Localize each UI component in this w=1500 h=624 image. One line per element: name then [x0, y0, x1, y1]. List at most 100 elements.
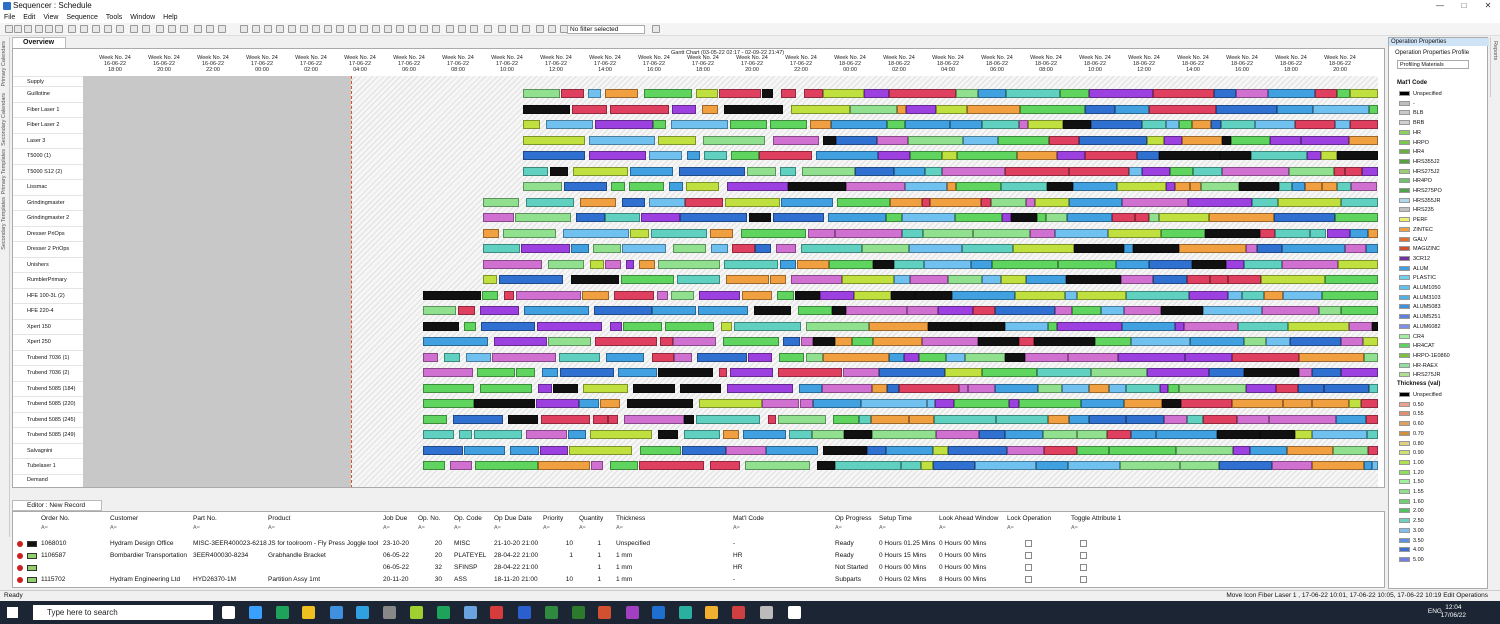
toolbar-button[interactable]: [536, 25, 544, 33]
operation-bar[interactable]: [747, 166, 776, 176]
operation-bar[interactable]: [1368, 445, 1378, 455]
operation-bar[interactable]: [483, 228, 499, 238]
toggle-attribute-checkbox[interactable]: [1080, 564, 1087, 571]
operation-bar[interactable]: [1141, 166, 1171, 176]
gantt-chart[interactable]: Gantt Chart (03-05-22 02:17 - 02-09-22 2…: [12, 48, 1385, 488]
operation-bar[interactable]: [423, 399, 474, 408]
operation-bar[interactable]: [1068, 352, 1119, 362]
operation-bar[interactable]: [1158, 213, 1209, 222]
operation-bar[interactable]: [835, 228, 903, 238]
resource-label[interactable]: Trubend 5085 (245): [13, 411, 83, 427]
operation-bar[interactable]: [658, 368, 714, 377]
operation-bar[interactable]: [927, 321, 972, 331]
operation-bar[interactable]: [921, 197, 930, 207]
operation-bar[interactable]: [609, 321, 622, 331]
operation-bar[interactable]: [1260, 275, 1326, 284]
operation-bar[interactable]: [1060, 89, 1090, 98]
operation-bar[interactable]: [1161, 399, 1182, 408]
operation-bar[interactable]: [1260, 228, 1276, 238]
operation-bar[interactable]: [724, 197, 780, 207]
taskbar-app-icon[interactable]: [356, 606, 369, 619]
operation-bar[interactable]: [870, 414, 910, 424]
taskbar-app-icon[interactable]: [464, 606, 477, 619]
operation-bar[interactable]: [474, 399, 536, 408]
operation-bar[interactable]: [683, 430, 720, 439]
operation-bar[interactable]: [1038, 383, 1063, 393]
operation-bar[interactable]: [1008, 399, 1019, 408]
operation-bar[interactable]: [808, 228, 836, 238]
operation-bar[interactable]: [1146, 135, 1164, 145]
operation-bar[interactable]: [1161, 228, 1205, 238]
operation-bar[interactable]: [1269, 135, 1302, 145]
column-header[interactable]: Customer: [110, 515, 138, 522]
operation-bar[interactable]: [649, 151, 683, 160]
taskbar-app-icon[interactable]: [490, 606, 503, 619]
operation-bar[interactable]: [889, 352, 904, 362]
operation-bar[interactable]: [685, 182, 720, 191]
toolbar-button[interactable]: [168, 25, 176, 33]
toolbar-button[interactable]: [652, 25, 660, 33]
operation-bar[interactable]: [613, 290, 655, 300]
operation-bar[interactable]: [994, 306, 1056, 315]
operation-bar[interactable]: [1095, 337, 1132, 346]
operation-bar[interactable]: [795, 290, 820, 300]
toolbar-button[interactable]: [446, 25, 454, 33]
operation-bar[interactable]: [1318, 306, 1341, 315]
operation-bar[interactable]: [1016, 151, 1057, 160]
operation-bar[interactable]: [523, 151, 586, 160]
toolbar-button[interactable]: [408, 25, 416, 33]
operation-bar[interactable]: [945, 352, 966, 362]
operation-bar[interactable]: [1019, 120, 1028, 129]
operation-bar[interactable]: [1262, 306, 1319, 315]
operation-bar[interactable]: [630, 228, 649, 238]
operation-bar[interactable]: [523, 182, 563, 191]
taskbar-app-icon[interactable]: [302, 606, 315, 619]
operation-bar[interactable]: [1005, 89, 1061, 98]
operation-bar[interactable]: [1245, 244, 1258, 253]
operation-bar[interactable]: [854, 166, 895, 176]
operation-bar[interactable]: [1322, 290, 1378, 300]
operation-bar[interactable]: [835, 337, 853, 346]
toolbar-button[interactable]: [218, 25, 226, 33]
operation-bar[interactable]: [480, 321, 536, 331]
resource-label[interactable]: Salvagnini: [13, 442, 83, 458]
operation-bar[interactable]: [819, 290, 855, 300]
operation-bar[interactable]: [1090, 120, 1142, 129]
column-filter[interactable]: A≈: [579, 525, 586, 531]
operation-bar[interactable]: [1006, 445, 1045, 455]
taskbar-app-icon[interactable]: [383, 606, 396, 619]
operation-bar[interactable]: [1307, 151, 1321, 160]
operation-bar[interactable]: [1019, 104, 1085, 114]
operation-bar[interactable]: [1242, 290, 1264, 300]
operation-bar[interactable]: [1112, 213, 1136, 222]
operation-bar[interactable]: [537, 383, 553, 393]
operation-bar[interactable]: [523, 104, 570, 114]
operation-bar[interactable]: [1191, 120, 1211, 129]
operation-bar[interactable]: [593, 414, 608, 424]
taskbar-app-icon[interactable]: [276, 606, 289, 619]
operation-bar[interactable]: [932, 445, 949, 455]
operation-bar[interactable]: [801, 244, 862, 253]
operation-bar[interactable]: [1366, 414, 1378, 424]
operation-bar[interactable]: [703, 151, 727, 160]
operation-bar[interactable]: [1286, 445, 1334, 455]
column-header[interactable]: Product: [268, 515, 290, 522]
operation-bar[interactable]: [788, 430, 813, 439]
operation-bar[interactable]: [1349, 228, 1368, 238]
operation-bar[interactable]: [1068, 197, 1123, 207]
operation-bar[interactable]: [521, 244, 571, 253]
operation-bar[interactable]: [1363, 352, 1378, 362]
operation-bar[interactable]: [1292, 182, 1305, 191]
toolbar-button[interactable]: [116, 25, 124, 33]
operation-bar[interactable]: [1321, 182, 1337, 191]
operation-bar[interactable]: [963, 135, 998, 145]
operation-bar[interactable]: [581, 290, 609, 300]
operation-bar[interactable]: [1183, 321, 1239, 331]
operation-bar[interactable]: [1231, 399, 1284, 408]
toggle-attribute-checkbox[interactable]: [1080, 552, 1087, 559]
operation-bar[interactable]: [1033, 337, 1096, 346]
operation-bar[interactable]: [798, 383, 823, 393]
operation-bar[interactable]: [872, 383, 887, 393]
operation-bar[interactable]: [1368, 383, 1378, 393]
column-filter[interactable]: A≈: [733, 525, 740, 531]
